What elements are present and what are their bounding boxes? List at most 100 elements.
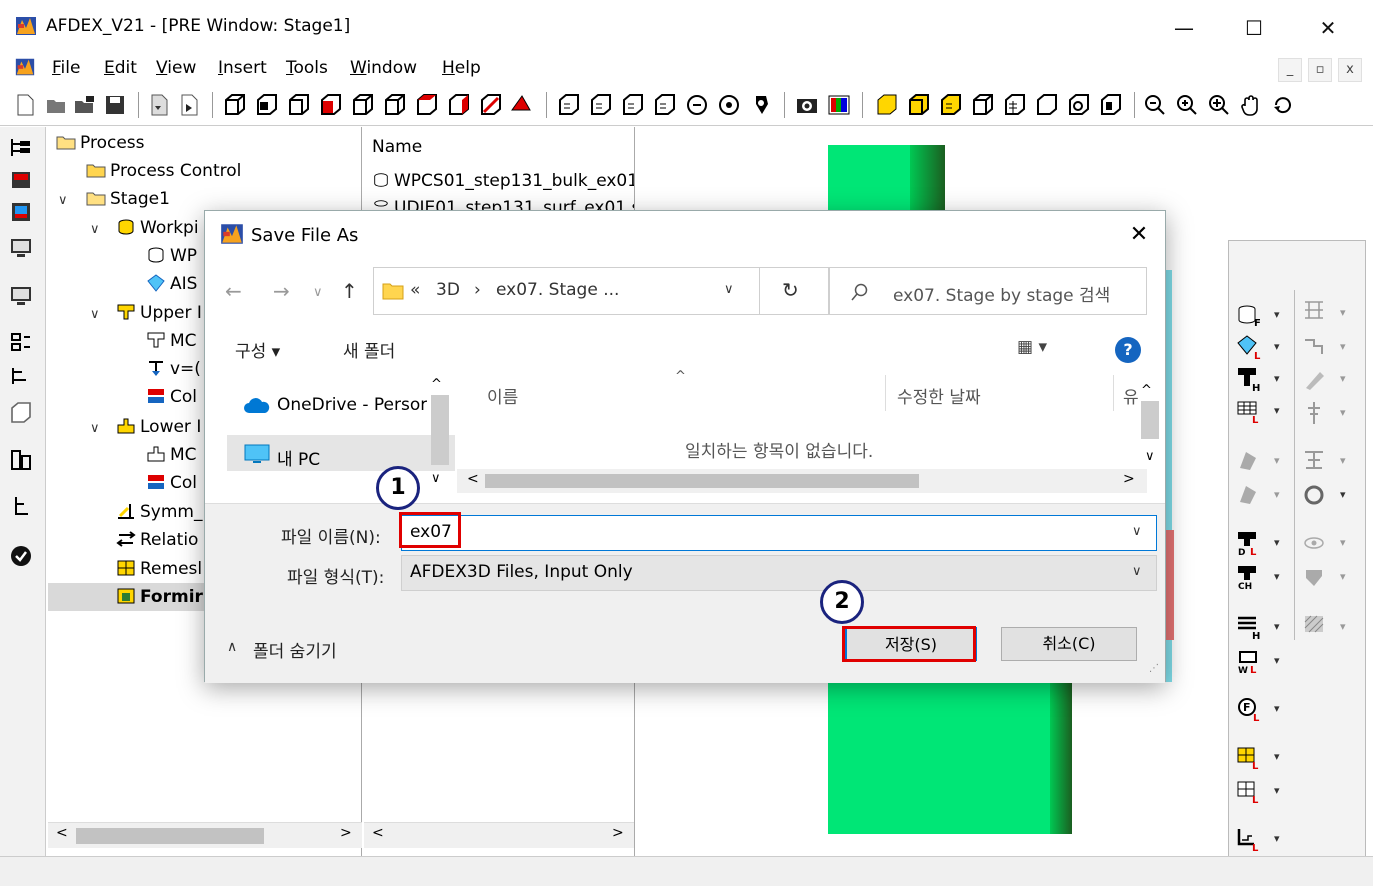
hide-folders-button[interactable]: 폴더 숨기기 [253,637,337,662]
mesh-view-1-icon[interactable] [556,92,582,118]
tree-item-process-control[interactable]: Process Control [86,159,241,183]
breadcrumb-3d[interactable]: 3D [436,280,460,300]
dropdown-arrow-icon[interactable]: ▾ [1340,306,1346,319]
tree-horizontal-scrollbar[interactable]: < > [48,822,362,848]
breadcrumb-ex07[interactable]: ex07. Stage ... [496,280,619,300]
layers-h-tool-icon[interactable]: H [1236,614,1264,640]
cube-front-icon[interactable] [254,92,280,118]
dropdown-arrow-icon[interactable]: ▾ [1340,620,1346,633]
address-bar[interactable]: « 3D › ex07. Stage ... ∨ [373,267,793,315]
up-arrow-icon[interactable]: ↑ [341,279,358,303]
save-icon[interactable] [102,92,128,118]
menu-tools[interactable]: Tools [286,58,328,78]
disabled-grid-tool-icon[interactable] [1302,298,1330,324]
chevron-up-icon[interactable]: ∧ [227,639,237,655]
dropdown-arrow-icon[interactable]: ▾ [1274,750,1280,763]
address-dropdown-icon[interactable]: ∨ [724,282,734,297]
dropdown-arrow-icon[interactable]: ▾ [1274,488,1280,501]
dropdown-arrow-icon[interactable]: ▾ [1340,372,1346,385]
zoom-out-icon[interactable] [1142,92,1168,118]
tree-item-process[interactable]: Process [56,131,145,155]
yellow-cube-outline-icon[interactable] [906,92,932,118]
list-horizontal-scrollbar[interactable]: < > [457,469,1147,493]
minimize-button[interactable]: — [1162,10,1206,46]
recent-dropdown-icon[interactable]: ∨ [313,285,323,300]
tree-item-velocity[interactable]: v=( [146,357,201,381]
align-icon[interactable] [8,330,34,354]
forward-arrow-icon[interactable]: → [273,279,290,303]
wire-cube-plain-icon[interactable] [1034,92,1060,118]
dropdown-arrow-icon[interactable]: ▾ [1274,702,1280,715]
nav-scroll-thumb[interactable] [431,395,449,465]
filetype-select[interactable]: AFDEX3D Files, Input Only ∨ [401,555,1157,591]
cube-top-icon[interactable] [414,92,440,118]
resize-grip-icon[interactable]: ⋰ [1149,663,1159,674]
open-file-icon[interactable] [44,92,70,118]
camera-icon[interactable] [794,92,820,118]
new-folder-button[interactable]: 새 폴더 [343,337,395,362]
monitor-2-icon[interactable] [8,284,34,308]
color-map-icon[interactable] [826,92,852,118]
rotate-view-2-icon[interactable] [716,92,742,118]
tree-item-wp[interactable]: WP [146,244,197,268]
tree-item-upper-mc[interactable]: MC [146,329,197,353]
menu-window[interactable]: Window [350,58,417,78]
dropdown-arrow-icon[interactable]: ▾ [1274,404,1280,417]
disabled-hatch-tool-icon[interactable] [1302,612,1330,638]
dropdown-arrow-icon[interactable]: ▾ [1340,570,1346,583]
dropdown-arrow-icon[interactable]: ▾ [1274,620,1280,633]
chevron-down-icon[interactable]: ∨ [90,421,100,436]
chevron-down-icon[interactable]: ∨ [90,307,100,322]
menu-help[interactable]: Help [442,58,481,78]
tree-item-lower-die[interactable]: Lower I [116,415,201,439]
tree-view-icon[interactable] [8,136,34,160]
tree-item-remesh[interactable]: Remesl [116,557,202,581]
ring-tool-icon[interactable] [1302,482,1330,508]
box-view-icon[interactable] [8,400,34,424]
menu-view[interactable]: View [156,58,196,78]
scroll-right-icon[interactable]: > [612,825,624,841]
hierarchy-icon[interactable] [8,494,34,518]
column-date-modified[interactable]: 수정한 날짜 [897,383,981,408]
workpiece-tool-icon[interactable] [8,168,34,192]
chevron-down-icon[interactable]: ∨ [90,222,100,237]
refresh-button[interactable]: ↻ [759,267,829,315]
organize-button[interactable]: 구성 ▾ [235,337,280,362]
die-tool-icon[interactable] [8,200,34,224]
import-icon[interactable] [146,92,172,118]
dropdown-arrow-icon[interactable]: ▾ [1274,570,1280,583]
disabled-pen-tool-icon[interactable] [1302,366,1330,392]
die-dl-tool-icon[interactable]: DL [1236,530,1264,556]
menu-file[interactable]: File [52,58,80,78]
disabled-stamp-tool-icon[interactable] [1302,448,1330,474]
close-button[interactable]: ✕ [1306,10,1350,46]
mdi-restore-button[interactable]: ▫ [1308,58,1332,82]
dropdown-arrow-icon[interactable]: ▾ [1340,406,1346,419]
list-scroll-h-thumb[interactable] [485,474,919,488]
tree-item-forming[interactable]: Formir [116,585,203,609]
cube-iso-icon[interactable] [478,92,504,118]
scroll-left-icon[interactable]: < [372,825,384,841]
nav-scroll-down-icon[interactable]: ∨ [431,471,441,486]
nav-scroll-up-icon[interactable]: ^ [431,377,442,392]
dropdown-arrow-icon[interactable]: ▾ [1340,454,1346,467]
mdi-close-button[interactable]: x [1338,58,1362,82]
help-button[interactable]: ? [1115,337,1141,363]
dropdown-arrow-icon[interactable]: ▾ [1274,654,1280,667]
list-scroll-up-icon[interactable]: ^ [1141,383,1152,398]
nav-item-onedrive[interactable]: OneDrive - Persor [277,395,427,415]
dropdown-arrow-icon[interactable]: ▾ [1274,308,1280,321]
name-list-item[interactable]: WPCS01_step131_bulk_ex01. [372,171,634,191]
disabled-tool-2-icon[interactable] [1236,482,1264,508]
monitor-icon[interactable] [8,236,34,260]
export-icon[interactable] [176,92,202,118]
refresh-cube-icon[interactable] [1066,92,1092,118]
disabled-shape-tool-icon[interactable] [1302,564,1330,590]
tree-item-ais[interactable]: AIS [146,272,197,296]
cube-back-icon[interactable] [286,92,312,118]
friction-tool-icon[interactable]: FL [1236,696,1264,722]
gear-view-icon[interactable] [748,92,774,118]
workpiece-f-tool-icon[interactable]: F [1236,302,1264,328]
mdi-minimize-button[interactable]: _ [1278,58,1302,82]
cube-right-icon[interactable] [382,92,408,118]
